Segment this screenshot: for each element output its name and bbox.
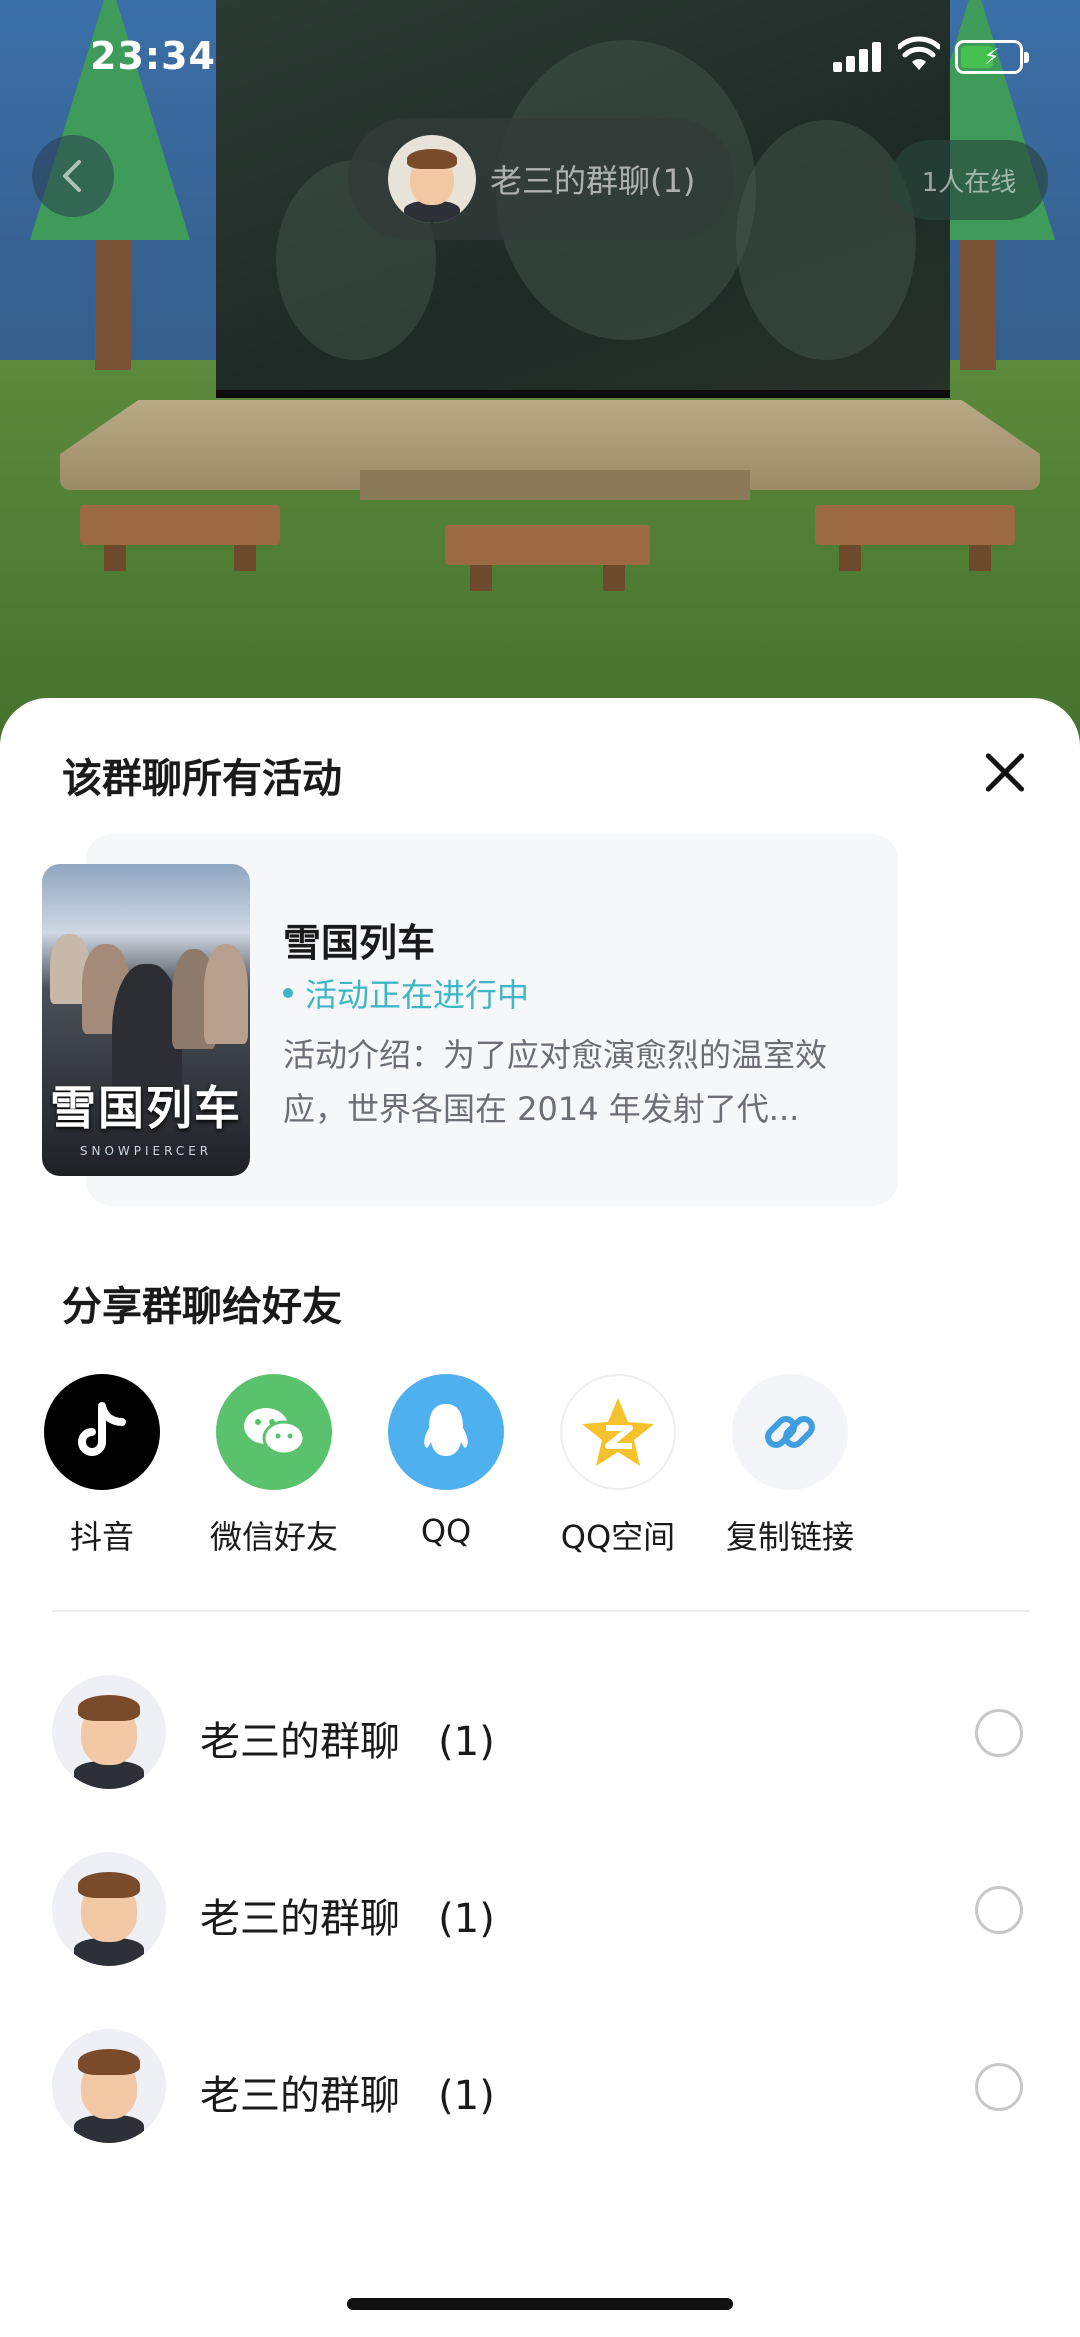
status-bar: 23:34 ⚡: [0, 0, 1080, 120]
bench: [815, 505, 1015, 571]
wifi-icon: [898, 36, 940, 70]
room-title: 老三的群聊(1): [490, 162, 696, 200]
avatar: [52, 2029, 166, 2143]
online-count-badge[interactable]: 1人在线: [890, 140, 1048, 220]
tree-trunk: [960, 230, 996, 370]
activity-status-text: 活动正在进行中: [305, 976, 530, 1014]
chat-list-item[interactable]: 老三的群聊 (1): [0, 2029, 1080, 2149]
divider: [52, 1610, 1030, 1612]
close-icon[interactable]: [975, 743, 1035, 803]
activity-name: 雪国列车: [283, 921, 436, 965]
share-wechat-button[interactable]: 微信好友: [188, 1374, 360, 1558]
room-title-pill[interactable]: 老三的群聊(1): [348, 118, 734, 240]
link-icon: [732, 1374, 848, 1490]
copy-link-button[interactable]: 复制链接: [704, 1374, 876, 1558]
share-label: QQ空间: [560, 1518, 676, 1556]
status-time: 23:34: [90, 34, 216, 78]
share-targets: 抖音 微信好友 QQ QQ空间 复制链接: [0, 1374, 1080, 1564]
cellular-signal-icon: [833, 42, 881, 72]
room-avatar: [388, 135, 476, 223]
tree-trunk: [95, 230, 131, 370]
select-radio[interactable]: [975, 1886, 1023, 1934]
activity-status: 活动正在进行中: [283, 970, 529, 1016]
avatar: [52, 1852, 166, 1966]
chat-list-item[interactable]: 老三的群聊 (1): [0, 1675, 1080, 1795]
douyin-icon: [44, 1374, 160, 1490]
chat-name: 老三的群聊 (1): [200, 1719, 495, 1765]
back-button[interactable]: [32, 135, 114, 217]
share-label: QQ: [420, 1512, 472, 1550]
activity-share-sheet: 该群聊所有活动 雪国列车 SNOWPIERCER 雪国列车 活动正在进行中 活动…: [0, 698, 1080, 2337]
share-qq-button[interactable]: QQ: [360, 1374, 532, 1550]
status-dot-icon: [283, 988, 293, 998]
select-radio[interactable]: [975, 2063, 1023, 2111]
share-label: 抖音: [69, 1518, 134, 1556]
screen: 23:34 ⚡ 老三的群聊(1) 1人在线 该群聊所有活动 雪国列车 SNOWP…: [0, 0, 1080, 2337]
qzone-icon: [560, 1374, 676, 1490]
wechat-icon: [216, 1374, 332, 1490]
chevron-left-icon: [63, 160, 81, 192]
sheet-title: 该群聊所有活动: [62, 756, 342, 802]
share-section-title: 分享群聊给好友: [62, 1284, 342, 1330]
bench: [80, 505, 280, 571]
share-label: 微信好友: [209, 1518, 338, 1556]
activity-description: 活动介绍：为了应对愈演愈烈的温室效应，世界各国在 2014 年发射了代...: [283, 1036, 828, 1128]
avatar: [52, 1675, 166, 1789]
chat-name: 老三的群聊 (1): [200, 1896, 495, 1942]
chat-name: 老三的群聊 (1): [200, 2073, 495, 2119]
battery-icon: ⚡: [955, 40, 1029, 74]
share-qzone-button[interactable]: QQ空间: [532, 1374, 704, 1558]
share-label: 复制链接: [725, 1518, 854, 1556]
poster-subtitle: SNOWPIERCER: [79, 1144, 213, 1158]
poster-title: 雪国列车: [50, 1081, 242, 1135]
bench: [445, 525, 650, 591]
share-douyin-button[interactable]: 抖音: [16, 1374, 188, 1558]
home-indicator[interactable]: [347, 2298, 733, 2310]
select-radio[interactable]: [975, 1709, 1023, 1757]
qq-icon: [388, 1374, 504, 1490]
activity-poster[interactable]: 雪国列车 SNOWPIERCER: [42, 864, 250, 1176]
chat-list-item[interactable]: 老三的群聊 (1): [0, 1852, 1080, 1972]
stage-step: [360, 470, 750, 500]
